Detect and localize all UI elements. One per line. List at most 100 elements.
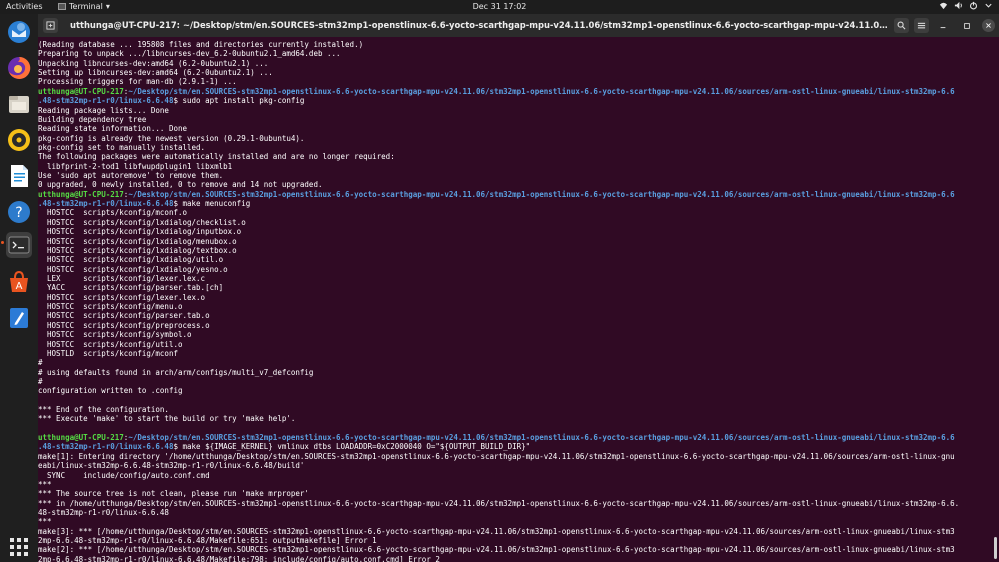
terminal-line: HOSTCC scripts/kconfig/util.o xyxy=(38,340,999,349)
line-text: Building dependency tree xyxy=(38,114,147,124)
terminal-line: *** xyxy=(38,480,999,489)
text-editor-icon[interactable] xyxy=(6,305,32,331)
terminal-line: # xyxy=(38,358,999,367)
terminal-line: HOSTLD scripts/kconfig/mconf xyxy=(38,349,999,358)
system-menu[interactable] xyxy=(939,1,993,10)
close-button[interactable] xyxy=(982,19,995,32)
terminal-line: *** in /home/utthunga/Desktop/stm/en.SOU… xyxy=(38,499,999,508)
line-text: # xyxy=(38,376,43,386)
prompt-path: .48-stm32mp-r1-r0/linux-6.6.48 xyxy=(38,199,174,209)
line-text: SYNC include/config/auto.conf.cmd xyxy=(38,470,210,480)
svg-text:A: A xyxy=(16,281,23,292)
terminal-line: make[1]: Entering directory '/home/utthu… xyxy=(38,452,999,461)
line-text: make[3]: *** [/home/utthunga/Desktop/stm… xyxy=(38,526,955,536)
terminal-line: 0 upgraded, 0 newly installed, 0 to remo… xyxy=(38,180,999,189)
terminal-line: LEX scripts/kconfig/lexer.lex.c xyxy=(38,274,999,283)
terminal-app-icon xyxy=(58,3,66,10)
terminal-line: make[3]: *** [/home/utthunga/Desktop/stm… xyxy=(38,527,999,536)
terminal-line: Setting up libncurses-dev:amd64 (6.2-0ub… xyxy=(38,68,999,77)
rhythmbox-icon[interactable] xyxy=(6,127,32,153)
terminal-line: Reading state information... Done xyxy=(38,124,999,133)
show-apps-icon[interactable] xyxy=(6,534,32,560)
line-text: $ make menuconfig xyxy=(173,199,251,209)
maximize-button[interactable] xyxy=(960,19,973,32)
active-indicator xyxy=(1,241,4,244)
terminal-line: HOSTCC scripts/kconfig/lxdialog/textbox.… xyxy=(38,246,999,255)
activities-button[interactable]: Activities xyxy=(6,2,43,11)
line-text: LEX scripts/kconfig/lexer.lex.c xyxy=(38,273,206,283)
line-text: Reading package lists... Done xyxy=(38,105,169,115)
prompt-path: .48-stm32mp-r1-r0/linux-6.6.48 xyxy=(38,442,174,452)
terminal-line: utthunga@UT-CPU-217:~/Desktop/stm/en.SOU… xyxy=(38,190,999,199)
terminal-line: HOSTCC scripts/kconfig/lxdialog/menubox.… xyxy=(38,237,999,246)
line-text: HOSTLD scripts/kconfig/mconf xyxy=(38,348,178,358)
thunderbird-icon[interactable] xyxy=(6,19,32,45)
line-text: make[1]: Entering directory '/home/utthu… xyxy=(38,451,955,461)
terminal-line: HOSTCC scripts/kconfig/lxdialog/checklis… xyxy=(38,218,999,227)
terminal-line: Processing triggers for man-db (2.9.1-1)… xyxy=(38,77,999,86)
maximize-icon xyxy=(963,22,970,29)
line-text: YACC scripts/kconfig/parser.tab.[ch] xyxy=(38,283,224,293)
terminal-line: *** Execute 'make' to start the build or… xyxy=(38,414,999,423)
terminal-line: # using defaults found in arch/arm/confi… xyxy=(38,368,999,377)
terminal-icon[interactable] xyxy=(6,232,32,258)
terminal-line: utthunga@UT-CPU-217:~/Desktop/stm/en.SOU… xyxy=(38,433,999,442)
new-tab-button[interactable] xyxy=(43,18,58,33)
clock[interactable]: Dec 31 17:02 xyxy=(473,2,527,11)
line-text: Use 'sudo apt autoremove' to remove them… xyxy=(38,171,224,181)
terminal-line: configuration written to .config xyxy=(38,386,999,395)
line-text: eabi/linux-stm32mp-6.6.48-stm32mp-r1-r0/… xyxy=(38,461,305,471)
line-text: HOSTCC scripts/kconfig/preprocess.o xyxy=(38,320,210,330)
line-text: *** End of the configuration. xyxy=(38,405,169,415)
terminal-line: HOSTCC scripts/kconfig/parser.tab.o xyxy=(38,311,999,320)
terminal-line: (Reading database ... 195808 files and d… xyxy=(38,40,999,49)
terminal-line: HOSTCC scripts/kconfig/menu.o xyxy=(38,302,999,311)
files-icon[interactable] xyxy=(6,91,32,117)
terminal-line: libfprint-2-tod1 libfwupdplugin1 libxmlb… xyxy=(38,162,999,171)
writer-icon[interactable] xyxy=(6,163,32,189)
terminal-line: HOSTCC scripts/kconfig/mconf.o xyxy=(38,208,999,217)
power-icon xyxy=(969,1,978,10)
hamburger-menu-button[interactable] xyxy=(914,18,929,33)
network-icon xyxy=(939,1,948,10)
line-text: Reading state information... Done xyxy=(38,124,188,134)
search-button[interactable] xyxy=(894,18,909,33)
terminal-line: HOSTCC scripts/kconfig/symbol.o xyxy=(38,330,999,339)
hamburger-icon xyxy=(917,22,926,29)
app-menu[interactable]: Terminal ▾ xyxy=(58,2,110,11)
line-text: 2mp-6.6.48-stm32mp-r1-r0/linux-6.6.48/Ma… xyxy=(38,554,440,562)
line-text: Setting up libncurses-dev:amd64 (6.2-0ub… xyxy=(38,68,273,78)
line-text: 48-stm32mp-r1-r0/linux-6.6.48 xyxy=(38,507,169,517)
terminal-output[interactable]: (Reading database ... 195808 files and d… xyxy=(38,37,999,562)
line-text: (Reading database ... 195808 files and d… xyxy=(38,40,364,49)
terminal-line: make[2]: *** [/home/utthunga/Desktop/stm… xyxy=(38,545,999,554)
terminal-line: HOSTCC scripts/kconfig/lxdialog/yesno.o xyxy=(38,265,999,274)
minimize-icon xyxy=(940,26,945,28)
terminal-line: Use 'sudo apt autoremove' to remove them… xyxy=(38,171,999,180)
line-text: HOSTCC scripts/kconfig/parser.tab.o xyxy=(38,311,210,321)
terminal-line: HOSTCC scripts/kconfig/lexer.lex.o xyxy=(38,293,999,302)
line-text: HOSTCC scripts/kconfig/lxdialog/util.o xyxy=(38,255,224,265)
terminal-line: *** xyxy=(38,517,999,526)
line-text: HOSTCC scripts/kconfig/menu.o xyxy=(38,302,183,312)
prompt-path: ~/Desktop/stm/en.SOURCES-stm32mp1-openst… xyxy=(128,433,955,443)
search-icon xyxy=(897,21,906,30)
app-name: Terminal xyxy=(69,2,103,11)
prompt-path: ~/Desktop/stm/en.SOURCES-stm32mp1-openst… xyxy=(128,189,955,199)
line-text: libfprint-2-tod1 libfwupdplugin1 libxmlb… xyxy=(38,161,233,171)
prompt-user: utthunga@UT-CPU-217 xyxy=(38,189,124,199)
line-text: HOSTCC scripts/kconfig/mconf.o xyxy=(38,208,188,218)
close-icon xyxy=(986,23,991,28)
line-text: HOSTCC scripts/kconfig/lxdialog/menubox.… xyxy=(38,236,237,246)
help-icon[interactable]: ? xyxy=(6,199,32,225)
terminal-line: HOSTCC scripts/kconfig/lxdialog/util.o xyxy=(38,255,999,264)
line-text: 2mp-6.6.48-stm32mp-r1-r0/linux-6.6.48/Ma… xyxy=(38,536,377,546)
firefox-icon[interactable] xyxy=(6,55,32,81)
terminal-titlebar[interactable]: utthunga@UT-CPU-217: ~/Desktop/stm/en.SO… xyxy=(38,14,999,37)
software-icon[interactable]: A xyxy=(6,269,32,295)
minimize-button[interactable] xyxy=(936,19,949,32)
prompt-user: utthunga@UT-CPU-217 xyxy=(38,86,124,96)
scrollbar[interactable] xyxy=(994,537,997,559)
